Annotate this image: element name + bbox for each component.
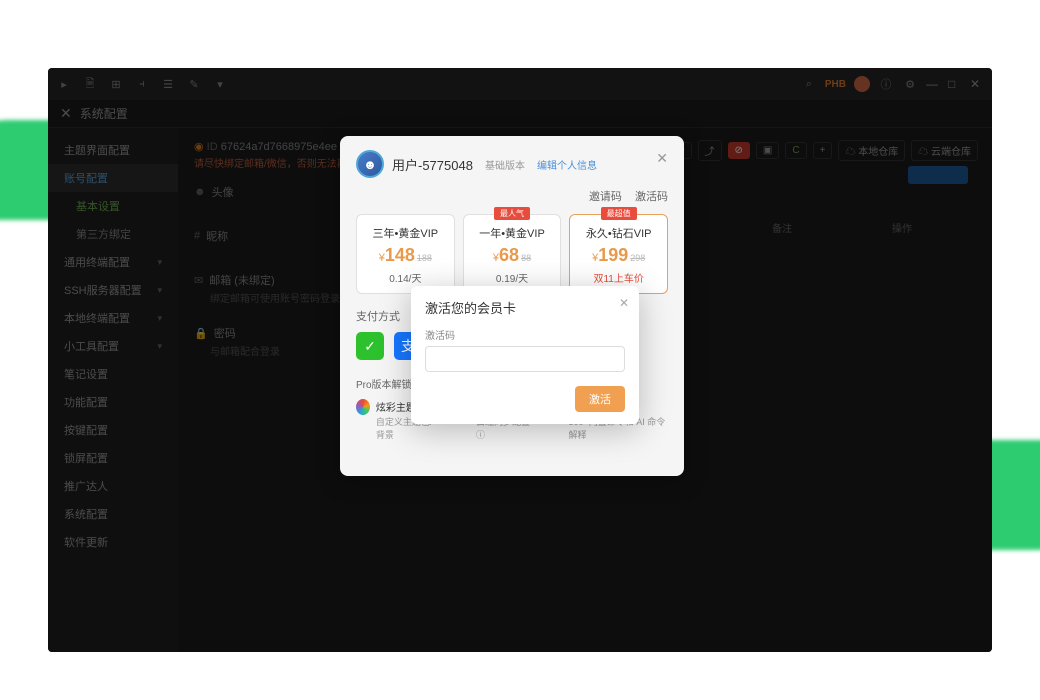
- plan-1year[interactable]: 最人气 一年•黄金VIP ¥6888 0.19/天: [463, 214, 562, 294]
- code-label: 激活码: [425, 327, 625, 342]
- modal-close-icon[interactable]: ✕: [656, 150, 668, 167]
- user-avatar-icon: ☻: [356, 150, 384, 178]
- edit-profile-link[interactable]: 编辑个人信息: [537, 157, 597, 172]
- dialog-title: 激活您的会员卡: [425, 298, 625, 317]
- invite-code-link[interactable]: 邀请码: [589, 191, 622, 203]
- activate-button[interactable]: 激活: [575, 386, 625, 412]
- activation-code-link[interactable]: 激活码: [635, 191, 668, 203]
- plan-3year[interactable]: 三年•黄金VIP ¥148188 0.14/天: [356, 214, 455, 294]
- activation-code-input[interactable]: [425, 346, 625, 372]
- dialog-close-icon[interactable]: ✕: [619, 296, 629, 310]
- wechat-pay-icon[interactable]: ✓: [356, 332, 384, 360]
- plan-lifetime[interactable]: 最超值 永久•钻石VIP ¥199298 双11上车价: [569, 214, 668, 294]
- code-links: 邀请码 激活码: [356, 188, 668, 204]
- rainbow-icon: [356, 399, 370, 415]
- username: 用户-5775048: [392, 155, 473, 174]
- version-tag: 基础版本: [485, 157, 525, 172]
- activation-dialog: 激活您的会员卡 ✕ 激活码 激活: [411, 286, 639, 424]
